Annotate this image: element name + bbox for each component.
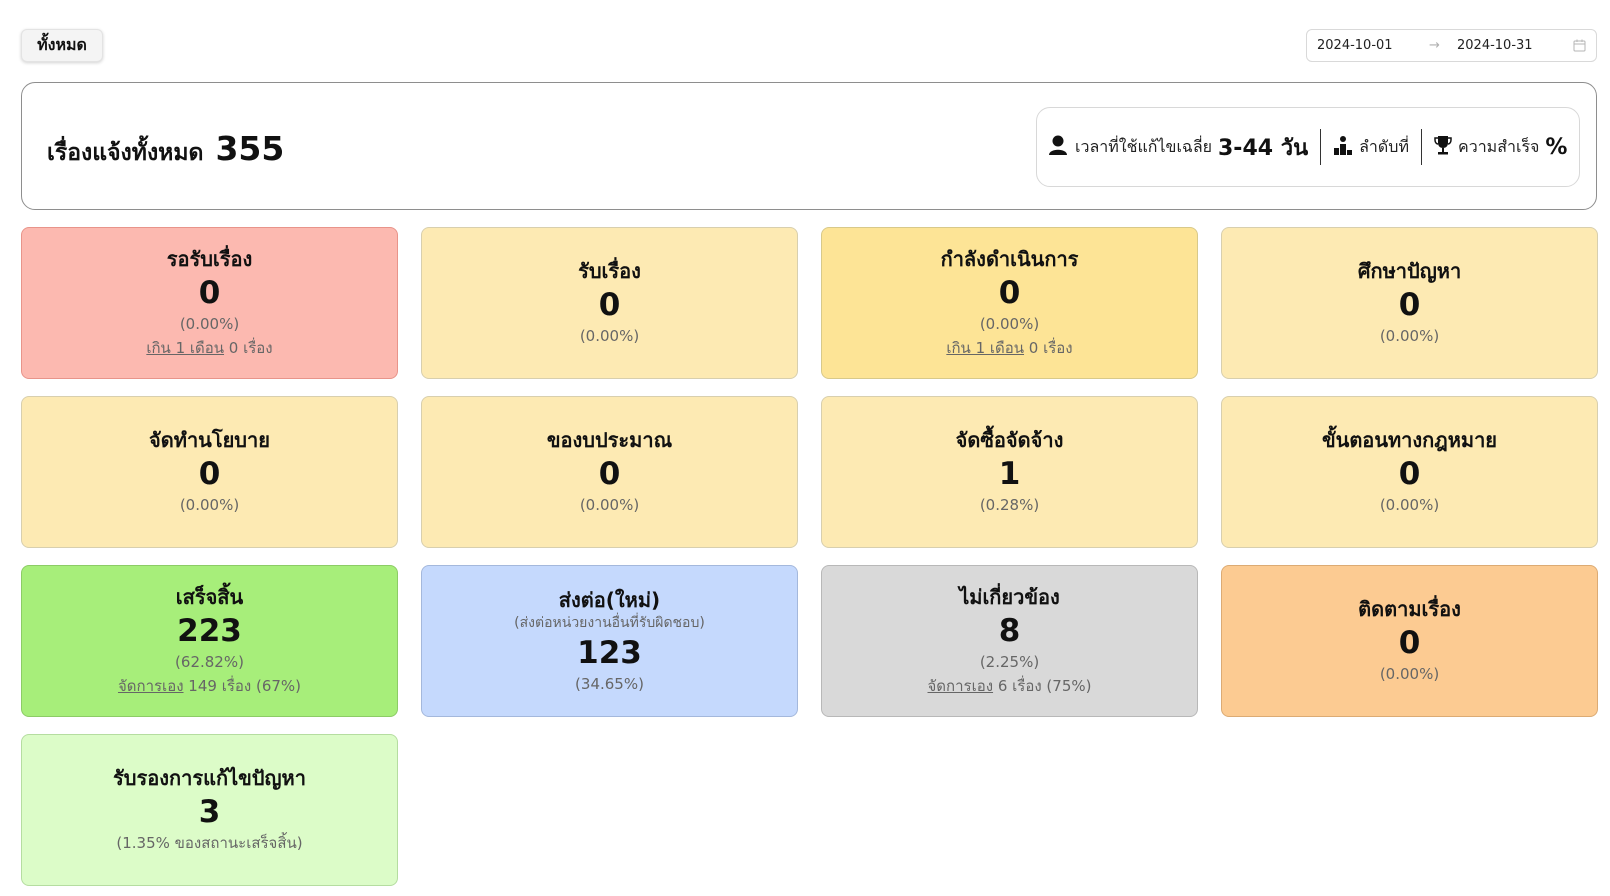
filter-all-button[interactable]: ทั้งหมด — [21, 29, 103, 62]
status-card-extra: จัดการเอง 6 เรื่อง (75%) — [928, 674, 1092, 698]
status-card[interactable]: รับเรื่อง 0 (0.00%) — [421, 227, 798, 379]
status-card-title: เสร็จสิ้น — [175, 585, 244, 609]
status-card-percent: (0.00%) — [979, 315, 1040, 333]
success-stat: ความสำเร็จ % — [1434, 135, 1567, 160]
status-card-extra: เกิน 1 เดือน 0 เรื่อง — [946, 336, 1072, 360]
status-card-count: 0 — [598, 287, 621, 323]
status-card-title: รอรับเรื่อง — [166, 247, 253, 271]
status-card[interactable]: จัดซื้อจัดจ้าง 1 (0.28%) — [821, 396, 1198, 548]
trophy-icon — [1434, 135, 1452, 159]
date-range-picker[interactable]: 2024-10-01 → 2024-10-31 — [1306, 29, 1597, 62]
status-card-title: ศึกษาปัญหา — [1357, 259, 1462, 283]
status-card-percent: (0.00%) — [1379, 496, 1440, 514]
status-card-percent: (0.28%) — [979, 496, 1040, 514]
status-card-extra-link[interactable]: เกิน 1 เดือน — [946, 339, 1024, 357]
status-card-title: ไม่เกี่ยวข้อง — [959, 585, 1060, 609]
divider — [1421, 129, 1422, 165]
start-date-input[interactable]: 2024-10-01 — [1317, 38, 1429, 53]
status-card[interactable]: ศึกษาปัญหา 0 (0.00%) — [1221, 227, 1598, 379]
status-card-title: ติดตามเรื่อง — [1358, 597, 1461, 621]
total-reports-label: เรื่องแจ้งทั้งหมด — [47, 140, 204, 166]
status-card-percent: (1.35% ของสถานะเสร็จสิ้น) — [116, 834, 303, 852]
status-card-count: 0 — [1398, 287, 1421, 323]
status-card-extra: จัดการเอง 149 เรื่อง (67%) — [118, 674, 301, 698]
status-card-percent: (0.00%) — [179, 496, 240, 514]
status-card[interactable]: ของบประมาณ 0 (0.00%) — [421, 396, 798, 548]
status-card-percent: (2.25%) — [979, 653, 1040, 671]
status-card-subtitle: (ส่งต่อหน่วยงานอื่นที่รับผิดชอบ) — [514, 614, 705, 631]
status-card-count: 0 — [198, 275, 221, 311]
status-card[interactable]: ติดตามเรื่อง 0 (0.00%) — [1221, 565, 1598, 717]
status-card-percent: (0.00%) — [1379, 665, 1440, 683]
status-card-title: รับรองการแก้ไขปัญหา — [113, 766, 306, 790]
status-card-title: กำลังดำเนินการ — [940, 247, 1079, 271]
status-card-count: 0 — [198, 456, 221, 492]
status-card-percent: (34.65%) — [575, 674, 644, 693]
status-card-extra-text: 0 เรื่อง — [224, 339, 273, 357]
total-reports-value: 355 — [215, 129, 285, 168]
success-label: ความสำเร็จ — [1458, 136, 1540, 156]
status-card[interactable]: ส่งต่อ(ใหม่) (ส่งต่อหน่วยงานอื่นที่รับผิด… — [421, 565, 798, 717]
status-card-title: รับเรื่อง — [578, 259, 641, 283]
status-card[interactable]: เสร็จสิ้น 223 (62.82%) จัดการเอง 149 เรื่อง… — [21, 565, 398, 717]
status-card-count: 0 — [1398, 456, 1421, 492]
status-card-percent: (0.00%) — [179, 315, 240, 333]
ranking-podium-icon — [1333, 135, 1353, 159]
status-card-title: ส่งต่อ(ใหม่) — [558, 587, 661, 612]
status-card-count: 3 — [198, 794, 221, 830]
rank-stat: ลำดับที่ — [1333, 135, 1409, 160]
status-card-extra-text: 149 เรื่อง (67%) — [183, 677, 302, 695]
status-card-title: ของบประมาณ — [546, 428, 673, 452]
success-value: % — [1545, 134, 1568, 160]
rank-label: ลำดับที่ — [1359, 136, 1409, 156]
status-card-percent: (0.00%) — [579, 496, 640, 514]
status-card-title: ขั้นตอนทางกฎหมาย — [1321, 428, 1498, 452]
status-card-extra: เกิน 1 เดือน 0 เรื่อง — [146, 336, 272, 360]
status-card-extra-link[interactable]: เกิน 1 เดือน — [146, 339, 224, 357]
status-card[interactable]: รับรองการแก้ไขปัญหา 3 (1.35% ของสถานะเสร็จ… — [21, 734, 398, 886]
status-card-count: 1 — [998, 456, 1021, 492]
avg-time-label: เวลาที่ใช้แก้ไขเฉลี่ย — [1075, 136, 1212, 156]
status-card-extra-link[interactable]: จัดการเอง — [118, 677, 184, 695]
calendar-icon[interactable] — [1572, 39, 1586, 53]
total-reports: เรื่องแจ้งทั้งหมด 355 — [47, 129, 284, 171]
status-card-extra-text: 6 เรื่อง (75%) — [993, 677, 1092, 695]
total-reports-card: เรื่องแจ้งทั้งหมด 355 เวลาที่ใช้แก้ไขเฉล… — [21, 82, 1597, 210]
avg-time-value: 3-44 วัน — [1218, 135, 1309, 161]
stats-box: เวลาที่ใช้แก้ไขเฉลี่ย 3-44 วัน ลำดับที่ … — [1036, 107, 1580, 187]
status-card[interactable]: จัดทำนโยบาย 0 (0.00%) — [21, 396, 398, 548]
status-card-extra-text: 0 เรื่อง — [1024, 339, 1073, 357]
divider — [1320, 129, 1322, 165]
status-card-title: จัดซื้อจัดจ้าง — [955, 428, 1064, 452]
status-card-extra-link[interactable]: จัดการเอง — [928, 677, 994, 695]
status-card-count: 0 — [1398, 625, 1421, 661]
status-card-count: 223 — [177, 613, 242, 649]
status-card-percent: (62.82%) — [175, 653, 244, 671]
status-card[interactable]: ขั้นตอนทางกฎหมาย 0 (0.00%) — [1221, 396, 1598, 548]
status-card-percent: (0.00%) — [579, 327, 640, 345]
status-card-count: 8 — [998, 613, 1021, 649]
status-card-count: 0 — [998, 275, 1021, 311]
status-card[interactable]: กำลังดำเนินการ 0 (0.00%) เกิน 1 เดือน 0 เรื… — [821, 227, 1198, 379]
status-card-count: 0 — [598, 456, 621, 492]
status-card[interactable]: รอรับเรื่อง 0 (0.00%) เกิน 1 เดือน 0 เรื่อง — [21, 227, 398, 379]
user-clock-icon — [1047, 134, 1069, 160]
end-date-input[interactable]: 2024-10-31 — [1457, 38, 1569, 53]
status-card-title: จัดทำนโยบาย — [149, 428, 270, 452]
status-card-percent: (0.00%) — [1379, 327, 1440, 345]
status-card[interactable]: ไม่เกี่ยวข้อง 8 (2.25%) จัดการเอง 6 เรื่อง … — [821, 565, 1198, 717]
status-card-count: 123 — [577, 634, 642, 671]
arrow-right-icon: → — [1429, 38, 1440, 53]
avg-time-stat: เวลาที่ใช้แก้ไขเฉลี่ย 3-44 วัน — [1047, 130, 1308, 165]
